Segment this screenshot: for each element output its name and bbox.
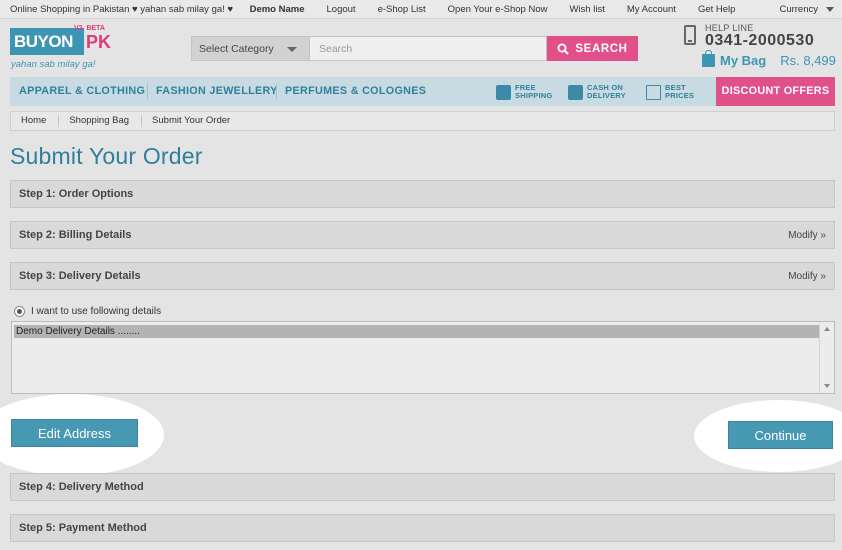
search-button[interactable]: SEARCH	[547, 36, 638, 61]
eshop-list-link[interactable]: e-Shop List	[378, 4, 426, 15]
currency-label: Currency	[779, 4, 818, 15]
nav-perfumes-colognes[interactable]: PERFUMES & COLOGNES	[276, 77, 435, 106]
chevron-down-icon	[826, 6, 834, 12]
feature-line: PRICES	[665, 91, 695, 100]
step-label: Step 4: Delivery Method	[19, 481, 144, 493]
delivery-address-option[interactable]: Demo Delivery Details ........	[14, 325, 819, 338]
user-name[interactable]: Demo Name	[250, 4, 305, 15]
modify-delivery-link[interactable]: Modify »	[788, 271, 826, 282]
step-billing-details[interactable]: Step 2: Billing Details Modify »	[10, 221, 835, 249]
site-tagline: Online Shopping in Pakistan ♥ yahan sab …	[10, 4, 234, 15]
shopping-bag-icon	[702, 50, 715, 67]
site-logo[interactable]: BUYON V2. BETA PK yahan sab milay ga!	[10, 25, 112, 72]
step-order-options[interactable]: Step 1: Order Options	[10, 180, 835, 208]
wish-list-link[interactable]: Wish list	[569, 4, 604, 15]
logo-tagline: yahan sab milay ga!	[11, 59, 96, 70]
search-button-label: SEARCH	[575, 42, 628, 55]
scroll-down-icon[interactable]	[824, 384, 830, 388]
breadcrumb-current: Submit Your Order	[152, 115, 231, 126]
my-bag[interactable]: My Bag Rs. 8,499	[702, 50, 836, 68]
step-label: Step 3: Delivery Details	[19, 270, 141, 282]
breadcrumb-home[interactable]: Home	[11, 115, 60, 127]
discount-offers-button[interactable]: DISCOUNT OFFERS	[716, 77, 835, 106]
top-bar: Online Shopping in Pakistan ♥ yahan sab …	[0, 0, 842, 19]
search-bar: Select Category SEARCH	[191, 36, 638, 61]
step-delivery-method[interactable]: Step 4: Delivery Method	[10, 473, 835, 501]
price-tag-icon	[646, 84, 661, 100]
step-payment-method[interactable]: Step 5: Payment Method	[10, 514, 835, 542]
breadcrumb: Home Shopping Bag Submit Your Order	[10, 111, 835, 131]
search-icon	[557, 43, 570, 55]
use-details-radio[interactable]	[14, 306, 25, 317]
category-select[interactable]: Select Category	[191, 36, 310, 61]
feature-free-shipping: FREE SHIPPING	[496, 83, 552, 101]
step-label: Step 1: Order Options	[19, 188, 134, 200]
use-details-label: I want to use following details	[31, 306, 162, 317]
feature-cash-on-delivery: CASH ON DELIVERY	[568, 83, 626, 101]
scroll-up-icon[interactable]	[824, 327, 830, 331]
delivery-address-list[interactable]: Demo Delivery Details ........	[11, 321, 835, 394]
chevron-down-icon	[287, 47, 297, 52]
logo-badge: V2. BETA	[74, 25, 105, 32]
open-eshop-link[interactable]: Open Your e-Shop Now	[448, 4, 548, 15]
edit-address-button[interactable]: Edit Address	[11, 419, 138, 447]
page-title: Submit Your Order	[10, 143, 203, 169]
continue-button[interactable]: Continue	[728, 421, 833, 449]
logout-link[interactable]: Logout	[327, 4, 356, 15]
logo-name: BUYON	[10, 28, 84, 55]
step-label: Step 2: Billing Details	[19, 229, 132, 241]
my-account-link[interactable]: My Account	[627, 4, 676, 15]
feature-line: SHIPPING	[515, 91, 553, 100]
main-nav: APPAREL & CLOTHING FASHION JEWELLERY PER…	[10, 77, 835, 106]
step-label: Step 5: Payment Method	[19, 522, 147, 534]
logo-suffix: PK	[86, 32, 112, 52]
my-bag-label: My Bag	[720, 53, 767, 68]
use-details-option[interactable]: I want to use following details	[14, 306, 161, 317]
modify-billing-link[interactable]: Modify »	[788, 230, 826, 241]
currency-dropdown[interactable]: Currency	[757, 4, 834, 15]
step-delivery-details[interactable]: Step 3: Delivery Details Modify »	[10, 262, 835, 290]
truck-icon	[496, 84, 511, 100]
feature-line: DELIVERY	[587, 91, 626, 100]
wallet-icon	[568, 84, 583, 100]
bag-total: Rs. 8,499	[780, 53, 836, 68]
feature-best-prices: BEST PRICES	[646, 83, 694, 101]
list-scrollbar[interactable]	[819, 322, 834, 393]
nav-fashion-jewellery[interactable]: FASHION JEWELLERY	[147, 77, 287, 106]
search-input[interactable]	[310, 36, 547, 61]
top-links: Demo Name Logout e-Shop List Open Your e…	[228, 4, 834, 15]
get-help-link[interactable]: Get Help	[698, 4, 736, 15]
helpline: HELP LINE 0341-2000530	[684, 22, 834, 52]
breadcrumb-shopping-bag[interactable]: Shopping Bag	[59, 115, 143, 127]
nav-apparel-clothing[interactable]: APPAREL & CLOTHING	[10, 77, 154, 106]
category-select-label: Select Category	[199, 43, 274, 55]
phone-icon	[684, 25, 696, 45]
site-header: BUYON V2. BETA PK yahan sab milay ga! Se…	[0, 20, 842, 76]
helpline-number: 0341-2000530	[705, 32, 815, 49]
